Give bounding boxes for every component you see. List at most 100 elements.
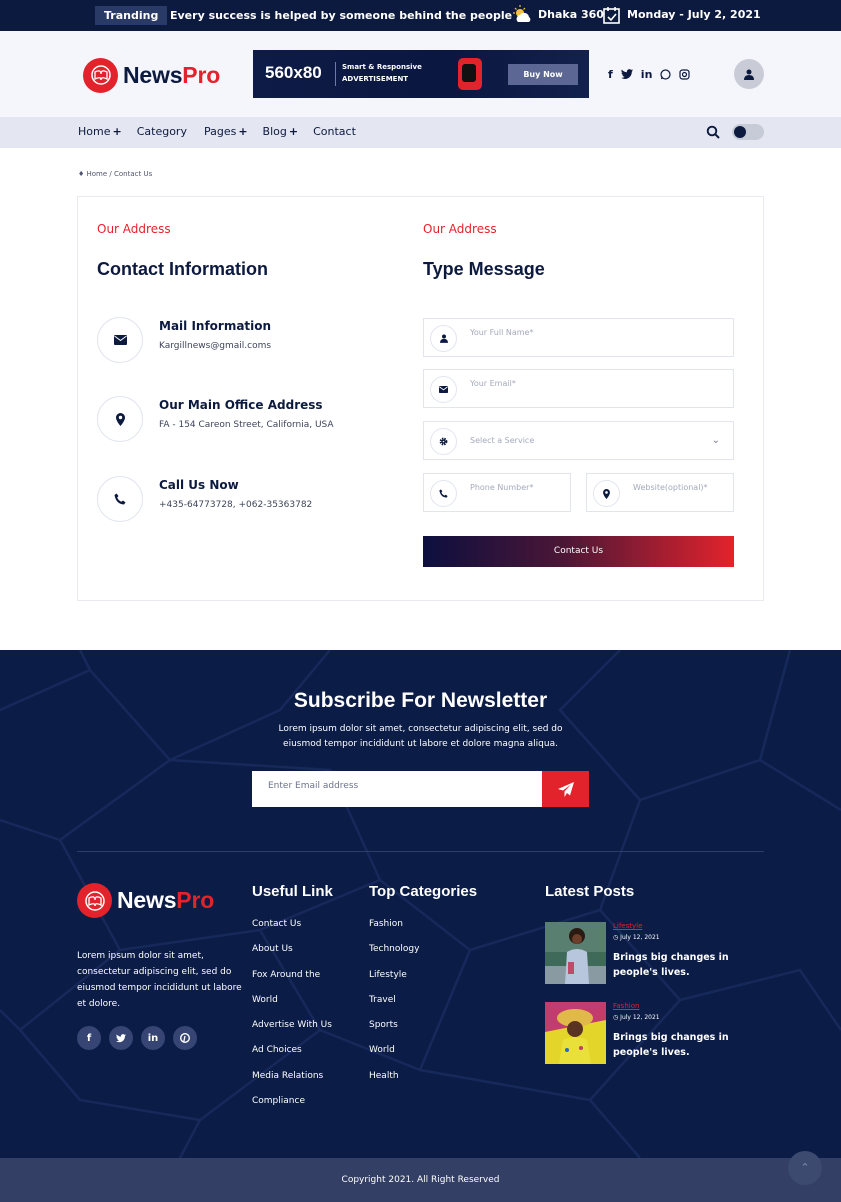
footer-link[interactable]: Ad Choices xyxy=(252,1045,332,1070)
footer-link[interactable]: Contact Us xyxy=(252,919,332,944)
office-info-text: FA - 154 Careon Street, California, USA xyxy=(159,420,334,430)
post-date: ◷ July 12, 2021 xyxy=(613,1014,660,1021)
mail-info-text[interactable]: Kargillnews@gmail.coms xyxy=(159,341,271,351)
trending-text[interactable]: Every success is helped by someone behin… xyxy=(170,9,512,22)
newsletter-email-input[interactable] xyxy=(268,781,528,791)
footer-link[interactable]: Compliance xyxy=(252,1096,332,1121)
office-info-title: Our Main Office Address xyxy=(159,398,323,412)
twitter-icon[interactable] xyxy=(109,1026,133,1050)
map-marker-icon xyxy=(97,396,143,442)
footer-logo-text-news: News xyxy=(117,887,177,913)
post-thumbnail[interactable] xyxy=(545,922,606,984)
message-title: Type Message xyxy=(423,259,545,279)
ad-divider xyxy=(335,62,336,86)
home-icon: ♦ xyxy=(78,170,85,178)
post-thumbnail[interactable] xyxy=(545,1002,606,1064)
facebook-icon[interactable]: f xyxy=(77,1026,101,1050)
logo-text-news: News xyxy=(123,61,183,88)
linkedin-icon[interactable]: in xyxy=(641,68,653,81)
footer-logo-text-pro: Pro xyxy=(176,887,215,913)
contact-card: Our Address Contact Information Our Addr… xyxy=(77,196,764,601)
phone-input[interactable] xyxy=(470,483,565,492)
weather-city: Dhaka 360 xyxy=(538,8,604,21)
email-field xyxy=(423,369,734,408)
email-input[interactable] xyxy=(470,379,670,388)
ad-buy-now-button[interactable]: Buy Now xyxy=(508,64,578,85)
full-name-field xyxy=(423,318,734,357)
breadcrumb-home[interactable]: Home xyxy=(87,170,108,178)
category-link[interactable]: Travel xyxy=(369,995,419,1020)
footer-link[interactable]: World xyxy=(252,995,332,1020)
clock-icon: ◷ xyxy=(613,1014,619,1021)
calendar-icon xyxy=(603,7,620,24)
nav-item-contact[interactable]: Contact xyxy=(313,125,358,138)
mail-info-title: Mail Information xyxy=(159,319,272,333)
book-logo-icon xyxy=(83,57,118,93)
user-account-button[interactable] xyxy=(734,59,764,89)
linkedin-icon[interactable]: in xyxy=(141,1026,165,1050)
latest-post[interactable]: Fashion ◷ July 12, 2021 Brings big chang… xyxy=(545,1002,765,1064)
twitter-icon[interactable] xyxy=(620,69,633,80)
category-link[interactable]: Lifestyle xyxy=(369,970,419,995)
nav-item-home[interactable]: Home + xyxy=(78,125,122,138)
category-link[interactable]: Health xyxy=(369,1071,419,1096)
dark-mode-toggle[interactable] xyxy=(732,124,764,140)
gear-icon xyxy=(430,428,457,455)
ad-line-1: Smart & Responsive xyxy=(342,63,422,71)
contact-us-button[interactable]: Contact Us xyxy=(423,536,734,567)
newsletter-title: Subscribe For Newsletter xyxy=(293,689,548,712)
footer-social-links: f in xyxy=(77,1026,197,1050)
category-link[interactable]: World xyxy=(369,1045,419,1070)
envelope-icon xyxy=(97,317,143,363)
envelope-icon xyxy=(430,376,457,403)
website-input[interactable] xyxy=(633,483,728,492)
post-category[interactable]: Lifestyle xyxy=(613,922,642,930)
whatsapp-icon[interactable] xyxy=(660,69,672,80)
category-link[interactable]: Fashion xyxy=(369,919,419,944)
pinterest-icon[interactable] xyxy=(173,1026,197,1050)
ad-banner[interactable]: 560x80 Smart & Responsive ADVERTISEMENT … xyxy=(253,50,589,98)
footer-link[interactable]: Media Relations xyxy=(252,1071,332,1096)
latest-post[interactable]: Lifestyle ◷ July 12, 2021 Brings big cha… xyxy=(545,922,765,984)
ad-line-2: ADVERTISEMENT xyxy=(342,75,409,83)
message-eyebrow: Our Address xyxy=(423,222,497,236)
newsletter-subtitle: Lorem ipsum dolor sit amet, consectetur … xyxy=(278,724,563,749)
breadcrumb-current: Contact Us xyxy=(114,170,153,178)
footer-link[interactable]: About Us xyxy=(252,944,332,969)
scroll-to-top-button[interactable]: ⌃ xyxy=(788,1151,822,1185)
weather-icon xyxy=(513,5,531,22)
full-name-input[interactable] xyxy=(470,328,670,337)
search-icon[interactable] xyxy=(706,125,720,139)
site-footer: Subscribe For Newsletter Lorem ipsum dol… xyxy=(0,650,841,1158)
post-category[interactable]: Fashion xyxy=(613,1002,639,1010)
nav-item-pages[interactable]: Pages + xyxy=(204,125,248,138)
nav-item-category[interactable]: Category xyxy=(137,125,189,138)
top-categories-list: Fashion Technology Lifestyle Travel Spor… xyxy=(369,919,419,1096)
footer-logo[interactable]: NewsPro xyxy=(77,883,214,918)
facebook-icon[interactable]: f xyxy=(608,68,613,81)
site-logo[interactable]: NewsPro xyxy=(83,57,220,93)
contact-info-eyebrow: Our Address xyxy=(97,222,171,236)
instagram-icon[interactable] xyxy=(679,69,691,80)
contact-info-title: Contact Information xyxy=(97,259,268,279)
nav-item-blog[interactable]: Blog + xyxy=(263,125,299,138)
footer-link[interactable]: Advertise With Us xyxy=(252,1020,332,1045)
post-title[interactable]: Brings big changes in people's lives. xyxy=(613,950,753,980)
post-date: ◷ July 12, 2021 xyxy=(613,934,660,941)
newsletter-subscribe-button[interactable] xyxy=(542,771,589,807)
useful-links-list: Contact Us About Us Fox Around the World… xyxy=(252,919,332,1121)
newsletter-email-field xyxy=(252,771,542,807)
top-categories-title: Top Categories xyxy=(369,883,478,900)
header-social-links: f in xyxy=(608,68,691,81)
footer-link[interactable]: Fox Around the xyxy=(252,970,332,995)
current-date: Monday - July 2, 2021 xyxy=(627,8,761,21)
post-title[interactable]: Brings big changes in people's lives. xyxy=(613,1030,753,1060)
service-select[interactable]: Select a Service ⌄ xyxy=(423,421,734,460)
category-link[interactable]: Sports xyxy=(369,1020,419,1045)
phone-info: Call Us Now +435-64773728, +062-35363782 xyxy=(97,476,397,526)
user-icon xyxy=(430,325,457,352)
category-link[interactable]: Technology xyxy=(369,944,419,969)
phone-info-text[interactable]: +435-64773728, +062-35363782 xyxy=(159,500,312,510)
phone-icon xyxy=(97,476,143,522)
site-header: NewsPro 560x80 Smart & Responsive ADVERT… xyxy=(0,31,841,117)
